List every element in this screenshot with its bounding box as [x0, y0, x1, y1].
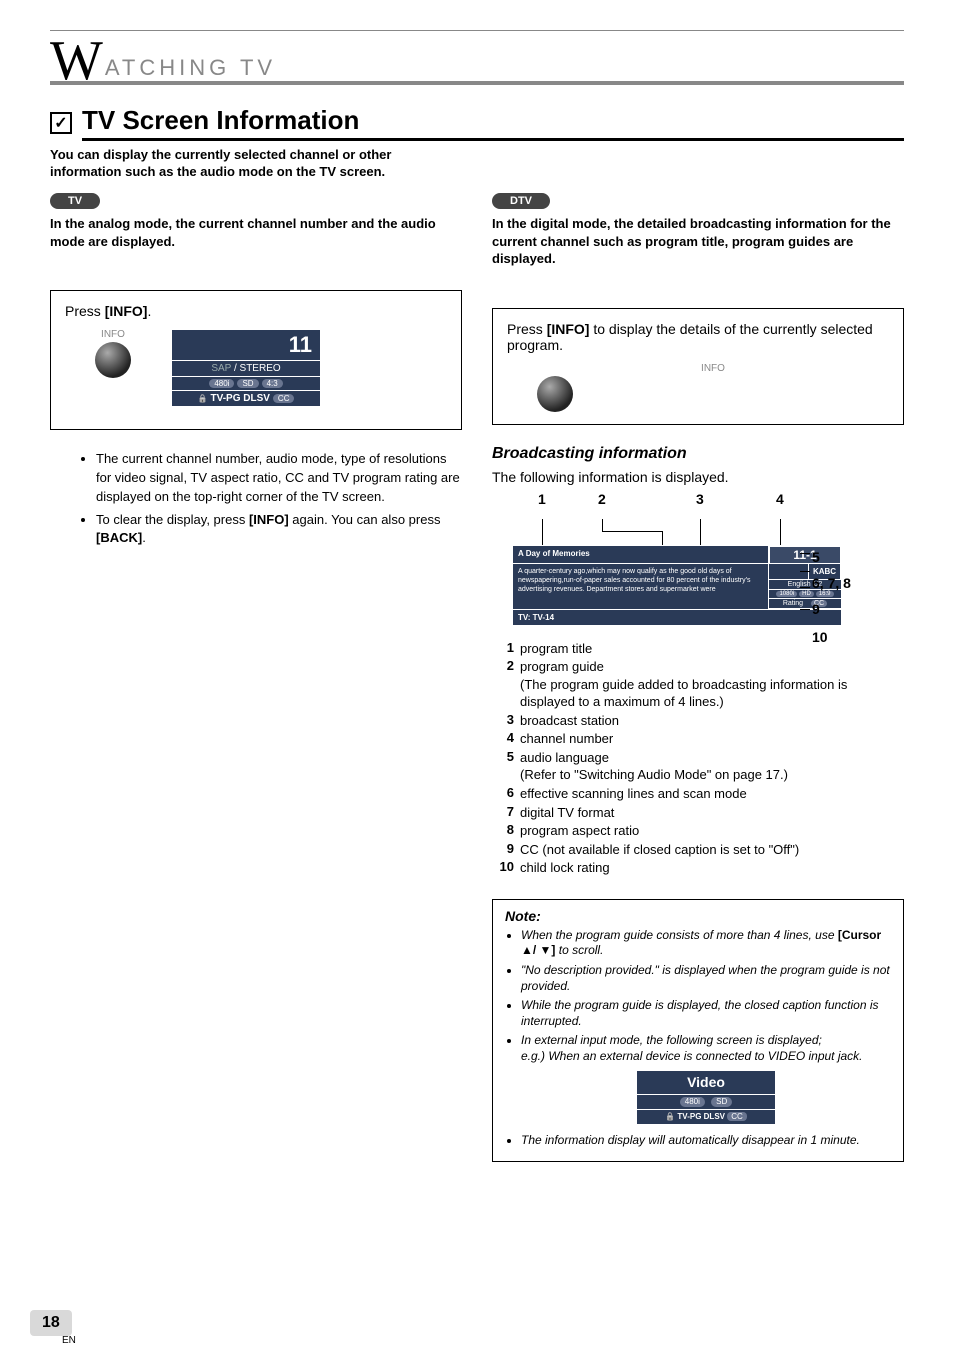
- note-item: In external input mode, the following sc…: [521, 1033, 891, 1125]
- note-item: When the program guide consists of more …: [521, 928, 891, 959]
- note-item: The information display will automatical…: [521, 1133, 891, 1149]
- round-button-icon: [95, 342, 131, 378]
- section-intro: You can display the currently selected c…: [50, 147, 450, 181]
- note-heading: Note:: [505, 908, 891, 924]
- osd-badges: 480i SD 4:3: [171, 376, 321, 390]
- section-title-row: ✓ TV Screen Information: [50, 105, 904, 141]
- round-button-icon: [537, 376, 573, 412]
- header-rest: ATCHING TV: [105, 55, 276, 81]
- checkbox-icon: ✓: [50, 112, 72, 134]
- digital-step-box: Press [INFO] to display the details of t…: [492, 308, 904, 425]
- header-big-letter: W: [50, 39, 103, 84]
- press-info-line: Press [INFO].: [65, 303, 447, 319]
- info-label: INFO: [537, 363, 889, 374]
- ext-osd-title: Video: [636, 1070, 776, 1094]
- right-column: DTV In the digital mode, the detailed br…: [492, 191, 904, 1162]
- note-item: "No description provided." is displayed …: [521, 963, 891, 994]
- digital-mode-desc: In the digital mode, the detailed broadc…: [492, 215, 904, 268]
- analog-bullets: The current channel number, audio mode, …: [80, 450, 462, 548]
- callouts-top: 1 2 3 4: [512, 491, 842, 519]
- lock-icon: [198, 393, 208, 404]
- press-info-line-dtv: Press [INFO] to display the details of t…: [507, 321, 889, 353]
- osd-guide: A quarter-century ago,which may now qual…: [513, 564, 769, 609]
- page-lang: EN: [62, 1335, 76, 1346]
- note-box: Note: When the program guide consists of…: [492, 899, 904, 1162]
- following-info-line: The following information is displayed.: [492, 469, 904, 485]
- dtv-pill: DTV: [492, 193, 550, 209]
- analog-step-box: Press [INFO]. INFO 11 SAP / STEREO 480i …: [50, 290, 462, 430]
- lock-icon: [665, 1112, 675, 1121]
- osd-tv-rating: TV: TV-14: [513, 609, 841, 625]
- info-label: INFO: [95, 329, 131, 340]
- osd-rating: TV-PG DLSV CC: [171, 390, 321, 407]
- osd-program-title: A Day of Memories: [513, 546, 769, 564]
- section-title: TV Screen Information: [82, 105, 904, 141]
- info-button-graphic: INFO: [95, 329, 131, 378]
- analog-mode-desc: In the analog mode, the current channel …: [50, 215, 462, 250]
- note-item: While the program guide is displayed, th…: [521, 998, 891, 1029]
- broadcasting-info-heading: Broadcasting information: [492, 445, 904, 463]
- list-item: To clear the display, press [INFO] again…: [96, 511, 462, 549]
- external-osd: Video 480i SD TV-PG DLSV CC: [636, 1070, 776, 1125]
- osd-channel: 11: [171, 329, 321, 360]
- dtv-diagram: 1 2 3 4 A Day of Memories KABC 11-1: [512, 491, 842, 626]
- page-header: W ATCHING TV: [50, 30, 904, 85]
- list-item: The current channel number, audio mode, …: [96, 450, 462, 507]
- osd-audio: SAP / STEREO: [171, 360, 321, 376]
- callouts-right: 5 6, 7, 8 9 10: [812, 545, 851, 663]
- left-column: TV In the analog mode, the current chann…: [50, 191, 462, 1162]
- dtv-osd: A Day of Memories KABC 11-1 A quarter-ce…: [512, 545, 842, 626]
- tv-pill: TV: [50, 193, 100, 209]
- ext-osd-badges: 480i SD: [636, 1095, 776, 1110]
- definition-list: 1program title 2program guide(The progra…: [496, 640, 904, 877]
- analog-osd: 11 SAP / STEREO 480i SD 4:3 TV-PG DLSV C…: [171, 329, 321, 407]
- ext-osd-rating: TV-PG DLSV CC: [636, 1110, 776, 1125]
- page-number: 18: [30, 1310, 72, 1336]
